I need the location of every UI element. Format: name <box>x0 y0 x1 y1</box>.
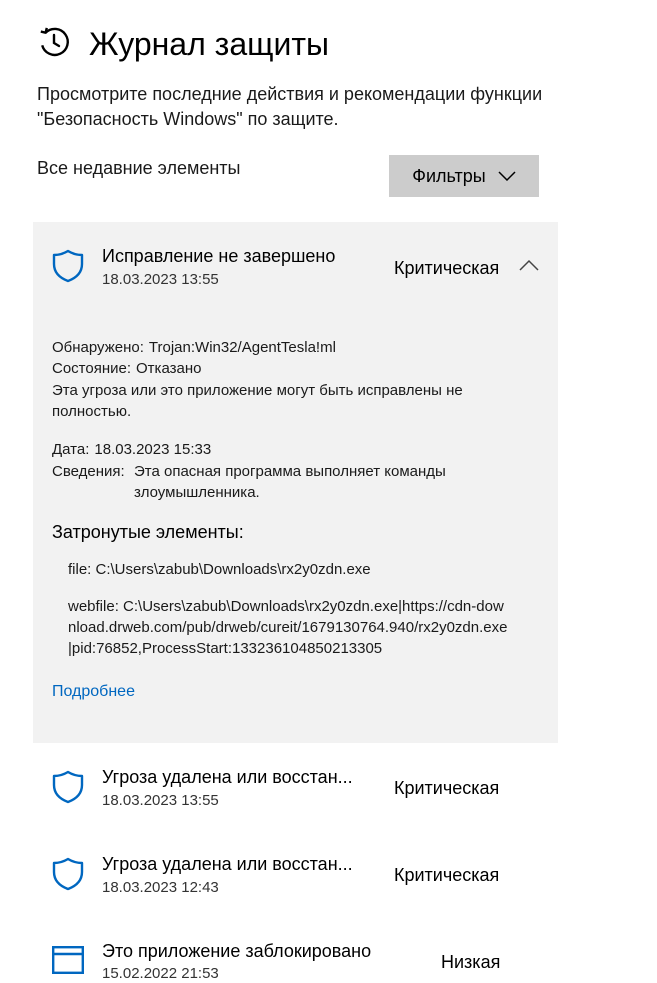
item-date: 15.02.2022 21:53 <box>102 965 219 982</box>
date-row: Дата: 18.03.2023 15:33 <box>52 439 211 460</box>
severity-label: Критическая <box>394 258 500 278</box>
filters-button-label: Фильтры <box>412 165 486 186</box>
item-title: Угроза удалена или восстан... <box>102 854 353 874</box>
affected-item: webfile: C:\Users\zabub\Downloads\rx2y0z… <box>68 598 508 657</box>
shield-icon <box>52 857 84 891</box>
shield-icon <box>52 249 84 283</box>
item-date: 18.03.2023 13:55 <box>102 271 219 288</box>
date-label: Дата: <box>52 441 90 458</box>
status-row: Состояние: Отказано <box>52 358 201 379</box>
detected-label: Обнаружено: <box>52 339 144 356</box>
severity-label: Низкая <box>441 952 501 972</box>
page-title: Журнал защиты <box>89 26 329 62</box>
item-title: Это приложение заблокировано <box>102 941 372 961</box>
affected-item: file: C:\Users\zabub\Downloads\rx2y0zdn.… <box>68 561 371 578</box>
status-label: Состояние: <box>52 360 132 377</box>
status-value: Отказано <box>136 360 202 377</box>
history-item-row[interactable]: Угроза удалена или восстан... 18.03.2023… <box>0 840 657 910</box>
details-label: Сведения: <box>52 463 125 480</box>
chevron-down-icon <box>498 171 516 181</box>
more-details-link[interactable]: Подробнее <box>52 681 135 703</box>
history-icon <box>40 27 69 57</box>
chevron-up-icon[interactable] <box>519 259 539 271</box>
date-value: 18.03.2023 15:33 <box>94 441 212 458</box>
severity-label: Критическая <box>394 865 500 885</box>
severity-label: Критическая <box>394 778 500 798</box>
shield-icon <box>52 770 84 804</box>
history-item-row[interactable]: Это приложение заблокировано 15.02.2022 … <box>0 927 657 983</box>
detected-row: Обнаружено: Trojan:Win32/AgentTesla!ml <box>52 337 336 358</box>
filters-button[interactable]: Фильтры <box>389 155 539 197</box>
section-label: Все недавние элементы <box>37 158 241 178</box>
item-date: 18.03.2023 12:43 <box>102 879 219 896</box>
app-window-icon <box>52 946 84 974</box>
item-title: Исправление не завершено <box>102 246 336 266</box>
details-value: Эта опасная программа выполняет команды … <box>134 463 446 501</box>
page-description: Просмотрите последние действия и рекомен… <box>37 84 543 129</box>
item-date: 18.03.2023 13:55 <box>102 792 219 809</box>
item-title: Угроза удалена или восстан... <box>102 767 353 787</box>
affected-items-title: Затронутые элементы: <box>52 522 244 542</box>
history-item-row[interactable]: Угроза удалена или восстан... 18.03.2023… <box>0 753 657 823</box>
detected-value: Trojan:Win32/AgentTesla!ml <box>148 339 336 356</box>
warning-text: Эта угроза или это приложение могут быть… <box>52 382 463 420</box>
